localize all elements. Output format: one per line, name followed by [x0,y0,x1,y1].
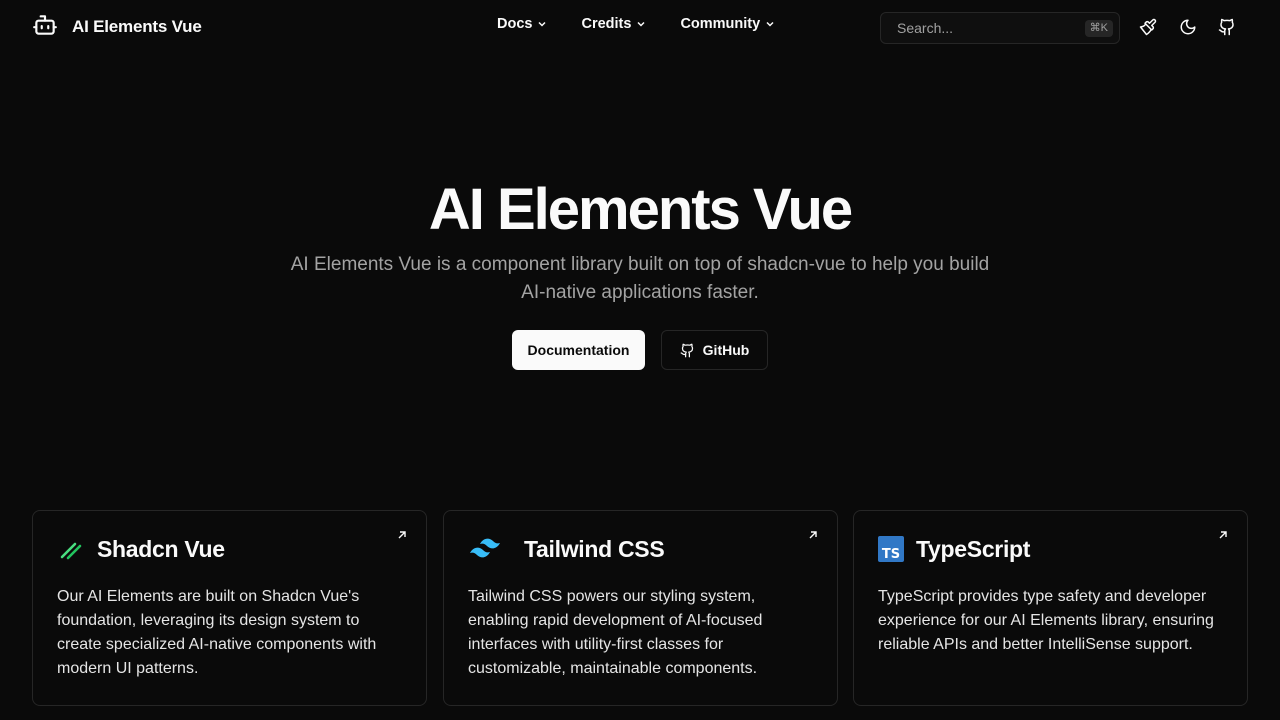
shadcn-vue-logo-icon [60,542,82,560]
card-title: Shadcn Vue [97,535,225,562]
card-description: Our AI Elements are built on Shadcn Vue'… [57,588,377,677]
card-header: Shadcn Vue [57,535,225,563]
main-nav: Docs Credits Community [497,16,809,32]
brand-link[interactable]: AI Elements Vue [32,14,202,40]
github-link[interactable] [1216,16,1238,38]
arrow-up-right-icon [1219,531,1227,539]
github-icon [1218,18,1234,36]
hero-subtitle: AI Elements Vue is a component library b… [290,254,990,303]
card-header: TS TypeScript [878,535,1030,563]
documentation-button[interactable]: Documentation [512,330,645,370]
arrow-up-right-icon [398,531,406,539]
moon-icon [1180,19,1196,35]
search-placeholder: Search... [897,20,954,36]
theme-customizer-button[interactable] [1137,16,1159,38]
chevron-down-icon [766,21,774,27]
card-typescript[interactable]: TS TypeScript TypeScript provides type s… [853,510,1248,706]
github-button[interactable]: GitHub [661,330,768,370]
search-shortcut-badge: ⌘K [1084,19,1113,37]
dark-mode-toggle[interactable] [1177,16,1199,38]
nav-docs[interactable]: Docs [497,16,547,32]
nav-credits[interactable]: Credits [581,16,646,32]
hero-title: AI Elements Vue [428,177,853,242]
nav-docs-label: Docs [497,16,533,32]
paintbrush-icon [1139,18,1157,36]
documentation-button-label: Documentation [527,342,630,358]
github-button-label: GitHub [702,342,750,358]
search-input[interactable]: Search... ⌘K [880,12,1120,44]
tailwind-logo-icon [470,538,500,558]
card-description: Tailwind CSS powers our styling system, … [468,588,763,677]
card-header: Tailwind CSS [468,535,665,563]
card-description: TypeScript provides type safety and deve… [878,588,1214,653]
nav-community[interactable]: Community [680,16,775,32]
nav-credits-label: Credits [581,16,632,32]
nav-community-label: Community [680,16,761,32]
card-title: TypeScript [916,535,1031,562]
chevron-down-icon [538,21,546,27]
brand-title: AI Elements Vue [72,17,202,36]
github-icon [680,343,693,357]
arrow-up-right-icon [809,531,817,539]
card-shadcn-vue[interactable]: Shadcn Vue Our AI Elements are built on … [32,510,427,706]
typescript-logo-icon: TS [878,536,904,562]
chevron-down-icon [637,21,645,27]
typescript-logo-text: TS [882,547,900,562]
card-tailwind-css[interactable]: Tailwind CSS Tailwind CSS powers our sty… [443,510,838,706]
robot-icon [32,12,58,43]
card-title: Tailwind CSS [524,535,665,562]
top-navbar: AI Elements Vue Docs Credits Community S… [0,0,1280,54]
